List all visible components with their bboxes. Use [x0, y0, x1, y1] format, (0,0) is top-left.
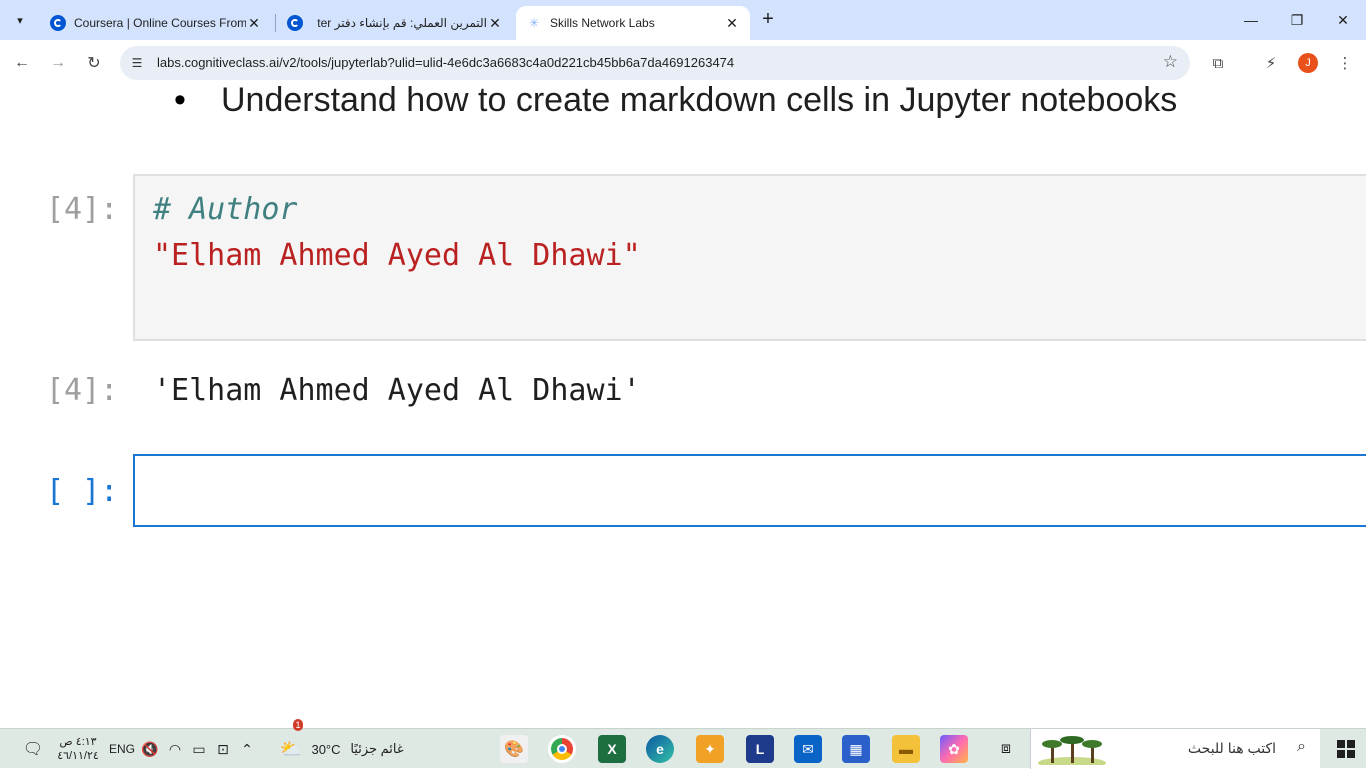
store-icon[interactable]: ▦	[842, 735, 870, 763]
tab-practice[interactable]: التمرين العملي: قم بإنشاء دفتر ter ✕	[277, 6, 513, 40]
menu-dots-icon[interactable]: ⋮	[1334, 52, 1356, 74]
performance-icon[interactable]: ⚡	[1260, 52, 1282, 74]
coursera-icon	[287, 15, 303, 31]
output-prompt: [4]:	[46, 373, 119, 408]
clock-time: ٤:١٣ ص	[59, 736, 97, 748]
close-tab-icon[interactable]: ✕	[487, 15, 503, 32]
weather-badge: 1	[293, 719, 303, 731]
file-explorer-icon[interactable]: ▬	[892, 735, 920, 763]
battery-icon[interactable]: ▭	[188, 729, 210, 769]
tab-title: Coursera | Online Courses From	[74, 16, 246, 30]
clock[interactable]: ٤:١٣ ص ٤٦/١١/٢٤	[54, 729, 102, 769]
edge-icon[interactable]: e	[646, 735, 674, 763]
tab-title: التمرين العملي: قم بإنشاء دفتر ter	[317, 16, 487, 30]
browser-toolbar: ← → ↻ ☰ labs.cognitiveclass.ai/v2/tools/…	[0, 40, 1366, 86]
code-string-line: "Elham Ahmed Ayed Al Dhawi"	[153, 238, 641, 273]
clock-date: ٤٦/١١/٢٤	[57, 750, 99, 762]
close-tab-icon[interactable]: ✕	[246, 15, 262, 32]
extensions-icon[interactable]: ⧉	[1207, 52, 1229, 74]
weather-cloud-sun-icon[interactable]: ⛅	[276, 729, 306, 769]
coursera-icon	[50, 15, 66, 31]
close-tab-icon[interactable]: ✕	[724, 15, 740, 32]
close-window-icon[interactable]: ✕	[1320, 0, 1366, 40]
windows-start-icon[interactable]	[1326, 729, 1366, 769]
copilot-icon[interactable]: ✿	[940, 735, 968, 763]
weather-temperature[interactable]: 30°C	[308, 729, 344, 769]
cell-output-text: 'Elham Ahmed Ayed Al Dhawi'	[153, 373, 641, 408]
notebook-panel: • Understand how to create markdown cell…	[0, 86, 1366, 728]
code-comment-line: # Author	[153, 192, 298, 227]
chrome-icon[interactable]	[548, 735, 576, 763]
app-icon[interactable]: ✦	[696, 735, 724, 763]
volume-muted-icon[interactable]: 🔇	[140, 729, 160, 769]
excel-icon[interactable]: X	[598, 735, 626, 763]
tab-coursera[interactable]: Coursera | Online Courses From ✕	[40, 6, 272, 40]
taskbar-search-box[interactable]: اكتب هنا للبحث ⌕	[1030, 729, 1320, 769]
code-cell-prompt: [4]:	[46, 192, 119, 227]
new-tab-button[interactable]: +	[756, 8, 780, 32]
paint-icon[interactable]: 🎨	[500, 735, 528, 763]
url-text[interactable]: labs.cognitiveclass.ai/v2/tools/jupyterl…	[157, 55, 734, 70]
search-icon: ⌕	[1297, 738, 1306, 755]
minimize-icon[interactable]: —	[1228, 0, 1274, 40]
empty-code-cell-editor[interactable]	[133, 454, 1366, 527]
site-info-icon[interactable]: ☰	[128, 54, 146, 72]
address-bar[interactable]: ☰ labs.cognitiveclass.ai/v2/tools/jupyte…	[120, 46, 1190, 80]
restore-icon[interactable]: ❐	[1274, 0, 1320, 40]
windows-taskbar: 🗨 ٤:١٣ ص ٤٦/١١/٢٤ ENG 🔇 ◠ ▭ ⊡ ⌃ ⛅ 1 30°C…	[0, 719, 1366, 769]
tab-strip: ▾ Coursera | Online Courses From ✕ التمر…	[0, 0, 1366, 40]
tab-title: Skills Network Labs	[550, 16, 655, 30]
profile-avatar[interactable]: J	[1298, 53, 1318, 73]
wifi-icon[interactable]: ◠	[164, 729, 186, 769]
forward-arrow-icon[interactable]: →	[44, 49, 72, 77]
code-cell-editor[interactable]: # Author "Elham Ahmed Ayed Al Dhawi"	[133, 174, 1366, 341]
outlook-icon[interactable]: ✉	[794, 735, 822, 763]
tab-separator	[275, 14, 276, 32]
weather-description[interactable]: غائم جزئيًا	[348, 729, 406, 769]
markdown-objective-text: Understand how to create markdown cells …	[221, 86, 1178, 119]
markdown-bullet: •	[174, 86, 186, 119]
chevron-up-icon[interactable]: ⌃	[236, 729, 258, 769]
tab-search-chevron-icon[interactable]: ▾	[6, 6, 34, 34]
reload-icon[interactable]: ↻	[80, 49, 108, 77]
search-placeholder: اكتب هنا للبحث	[1187, 740, 1276, 756]
notification-icon[interactable]: 🗨	[20, 729, 46, 769]
bookmark-star-icon[interactable]: ☆	[1163, 52, 1178, 72]
empty-cell-prompt: [ ]:	[46, 474, 119, 509]
L-icon[interactable]: L	[746, 735, 774, 763]
language-indicator[interactable]: ENG	[108, 729, 136, 769]
skills-network-icon: ✳	[528, 16, 540, 30]
back-arrow-icon[interactable]: ←	[8, 49, 36, 77]
tab-skills-network-labs[interactable]: ✳ Skills Network Labs ✕	[516, 6, 750, 40]
task-view-icon[interactable]: ⧈	[992, 729, 1020, 769]
meet-now-icon[interactable]: ⊡	[212, 729, 234, 769]
search-highlight-icon	[1038, 736, 1106, 765]
